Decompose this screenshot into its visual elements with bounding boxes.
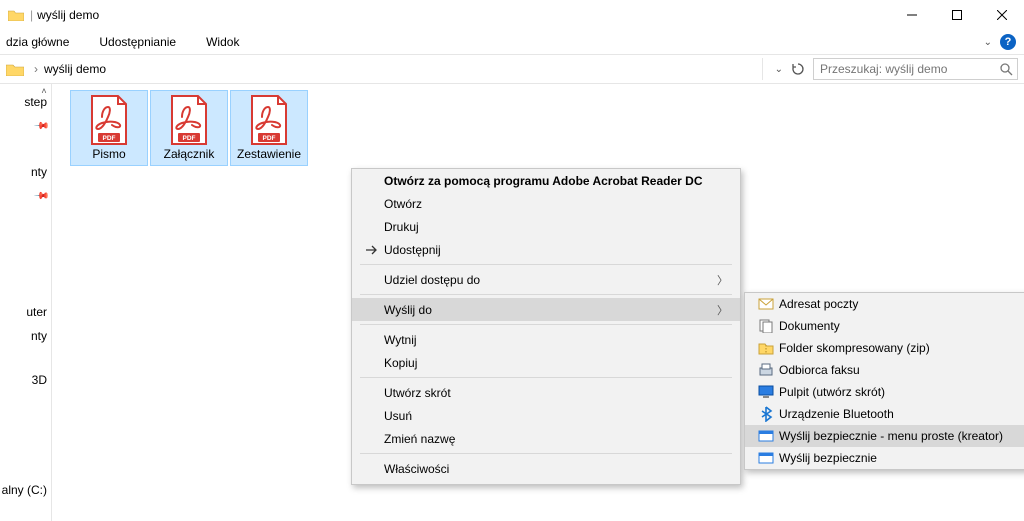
ribbon-collapse-icon[interactable]: ⌄ [984, 37, 992, 48]
zip-icon [755, 341, 777, 355]
pdf-icon: PDF [248, 95, 290, 145]
sidebar-item[interactable]: 📌 [0, 114, 51, 138]
ctx-delete[interactable]: Usuń [352, 404, 740, 427]
window-controls [889, 0, 1024, 30]
svg-text:PDF: PDF [183, 135, 196, 142]
sendto-secure-wizard[interactable]: Wyślij bezpiecznie - menu proste (kreato… [745, 425, 1024, 447]
sendto-fax[interactable]: Odbiorca faksu [745, 359, 1024, 381]
ctx-copy[interactable]: Kopiuj [352, 351, 740, 374]
sidebar-item[interactable]: step [0, 90, 51, 114]
context-menu: Otwórz za pomocą programu Adobe Acrobat … [351, 168, 741, 485]
ctx-print[interactable]: Drukuj [352, 215, 740, 238]
sidebar-item[interactable]: uter [0, 300, 51, 324]
sidebar-item[interactable]: nty [0, 160, 51, 184]
tab-view[interactable]: Widok [202, 33, 243, 51]
file-item[interactable]: PDF Załącznik [150, 90, 228, 166]
sidebar-item[interactable]: alny (C:) [0, 478, 51, 502]
pin-icon: 📌 [32, 118, 49, 135]
file-item[interactable]: PDF Zestawienie [230, 90, 308, 166]
secure-send-icon [755, 429, 777, 443]
file-label: Pismo [92, 147, 125, 161]
ctx-grant-access[interactable]: Udziel dostępu do〉 [352, 268, 740, 291]
sidebar-item[interactable]: 3D [0, 368, 51, 392]
pin-icon: 📌 [32, 188, 49, 205]
share-icon [362, 243, 382, 257]
svg-text:PDF: PDF [103, 135, 116, 142]
titlebar: | wyślij demo [0, 0, 1024, 30]
close-button[interactable] [979, 0, 1024, 30]
sidebar: ˄ step 📌 nty 📌 uter nty 3D alny (C:) [0, 84, 52, 521]
chevron-right-icon: 〉 [717, 272, 728, 288]
search-icon[interactable] [999, 62, 1013, 76]
ctx-properties[interactable]: Właściwości [352, 457, 740, 480]
sendto-documents[interactable]: Dokumenty [745, 315, 1024, 337]
refresh-icon[interactable] [791, 62, 805, 76]
ctx-open[interactable]: Otwórz [352, 192, 740, 215]
sidebar-item[interactable]: 📌 [0, 184, 51, 208]
addr-folder-icon [6, 62, 24, 76]
search-input[interactable] [818, 60, 999, 78]
sendto-desktop[interactable]: Pulpit (utwórz skrót) [745, 381, 1024, 403]
addr-dropdown-icon[interactable]: ⌄ [771, 62, 787, 77]
sendto-secure[interactable]: Wyślij bezpiecznie [745, 447, 1024, 469]
mail-icon [755, 297, 777, 311]
addressbar: wyślij demo ⌄ [0, 54, 1024, 84]
ctx-share[interactable]: Udostępnij [352, 238, 740, 261]
ctx-rename[interactable]: Zmień nazwę [352, 427, 740, 450]
file-label: Zestawienie [237, 147, 301, 161]
file-item[interactable]: PDF Pismo [70, 90, 148, 166]
secure-send-icon [755, 451, 777, 465]
pdf-icon: PDF [168, 95, 210, 145]
file-area[interactable]: PDF Pismo PDF Załącznik PDF Zestawienie … [52, 84, 1024, 521]
desktop-icon [755, 385, 777, 399]
address-path[interactable]: wyślij demo [28, 58, 763, 80]
search-box[interactable] [813, 58, 1018, 80]
minimize-button[interactable] [889, 0, 934, 30]
sendto-mail[interactable]: Adresat poczty [745, 293, 1024, 315]
file-label: Załącznik [164, 147, 215, 161]
sendto-submenu: Adresat poczty Dokumenty Folder skompres… [744, 292, 1024, 470]
tab-main[interactable]: dzia główne [2, 33, 73, 51]
help-icon[interactable]: ? [1000, 34, 1016, 50]
pdf-icon: PDF [88, 95, 130, 145]
chevron-right-icon: 〉 [717, 302, 728, 318]
fax-icon [755, 363, 777, 377]
ctx-send-to[interactable]: Wyślij do〉 [352, 298, 740, 321]
ctx-cut[interactable]: Wytnij [352, 328, 740, 351]
file-list: PDF Pismo PDF Załącznik PDF Zestawienie [52, 84, 1024, 172]
svg-text:PDF: PDF [263, 135, 276, 142]
tab-share[interactable]: Udostępnianie [95, 33, 180, 51]
sendto-bluetooth[interactable]: Urządzenie Bluetooth [745, 403, 1024, 425]
address-path-text: wyślij demo [44, 62, 106, 76]
maximize-button[interactable] [934, 0, 979, 30]
window-title: wyślij demo [37, 8, 889, 22]
ctx-create-shortcut[interactable]: Utwórz skrót [352, 381, 740, 404]
sidebar-item[interactable]: nty [0, 324, 51, 348]
window-folder-icon [8, 9, 24, 21]
sendto-zip[interactable]: Folder skompresowany (zip) [745, 337, 1024, 359]
bluetooth-icon [755, 406, 777, 422]
ribbon-tabs: dzia główne Udostępnianie Widok ⌄ ? [0, 30, 1024, 54]
ctx-open-with[interactable]: Otwórz za pomocą programu Adobe Acrobat … [352, 169, 740, 192]
documents-icon [755, 319, 777, 333]
